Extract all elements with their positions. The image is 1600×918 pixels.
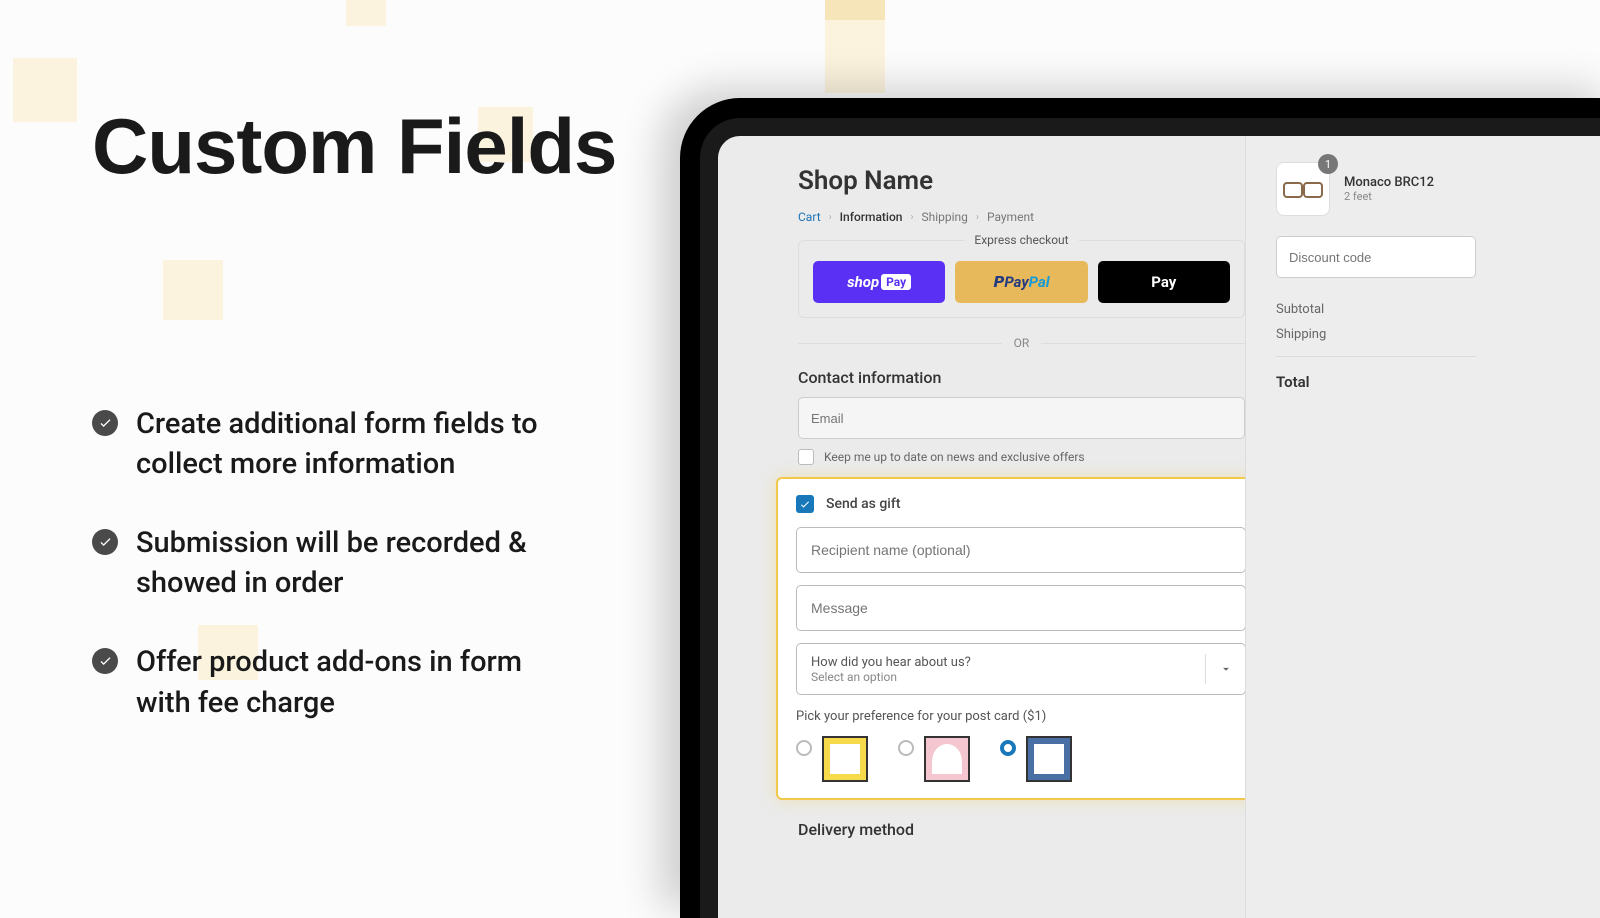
checkbox-icon[interactable] xyxy=(798,449,814,465)
checkout-main-column: Shop Name Cart › Information › Shipping … xyxy=(718,136,1245,918)
device-frame: Shop Name Cart › Information › Shipping … xyxy=(680,98,1600,918)
postcard-thumb-pink xyxy=(924,736,970,782)
send-as-gift-label: Send as gift xyxy=(826,496,900,512)
shop-name: Shop Name xyxy=(798,166,1245,196)
shipping-label: Shipping xyxy=(1276,327,1326,342)
or-label: OR xyxy=(1014,336,1030,350)
breadcrumb-payment: Payment xyxy=(987,210,1034,224)
checkbox-checked-icon[interactable] xyxy=(796,495,814,513)
radio-icon[interactable] xyxy=(796,740,812,756)
or-divider: OR xyxy=(798,336,1245,350)
newsletter-label: Keep me up to date on news and exclusive… xyxy=(824,450,1085,464)
subtotal-row: Subtotal xyxy=(1276,302,1476,317)
total-label: Total xyxy=(1276,373,1310,391)
feature-description-panel: Custom Fields Create additional form fie… xyxy=(0,0,640,761)
bullet-item: Create additional form fields to collect… xyxy=(92,404,640,485)
custom-fields-highlight: Send as gift How did you hear about us? … xyxy=(776,477,1266,800)
device-screen: Shop Name Cart › Information › Shipping … xyxy=(718,136,1600,918)
cart-item: 1 Monaco BRC12 2 feet xyxy=(1276,162,1600,216)
paypal-button[interactable]: 𝙋PayPal xyxy=(955,261,1087,303)
page-title: Custom Fields xyxy=(92,100,640,194)
quantity-badge: 1 xyxy=(1318,154,1338,174)
check-icon xyxy=(92,648,118,674)
select-placeholder: Select an option xyxy=(811,670,1191,684)
glasses-icon xyxy=(1283,182,1323,196)
breadcrumb-information: Information xyxy=(840,210,903,224)
postcard-option-2[interactable] xyxy=(898,736,970,782)
cart-item-variant: 2 feet xyxy=(1344,190,1434,203)
bullet-text: Submission will be recorded & showed in … xyxy=(136,523,566,604)
postcard-option-3[interactable] xyxy=(1000,736,1072,782)
paypal-icon: 𝙋 xyxy=(993,273,1004,291)
email-field[interactable] xyxy=(798,397,1245,439)
select-question: How did you hear about us? xyxy=(811,655,1191,670)
cart-item-name: Monaco BRC12 xyxy=(1344,175,1434,190)
chevron-right-icon: › xyxy=(910,212,913,223)
bullet-text: Offer product add-ons in form with fee c… xyxy=(136,642,566,723)
express-checkout-box: Express checkout shopPay 𝙋PayPal Pay xyxy=(798,240,1245,318)
bullet-text: Create additional form fields to collect… xyxy=(136,404,566,485)
check-icon xyxy=(92,410,118,436)
breadcrumb-cart[interactable]: Cart xyxy=(798,210,821,224)
shop-pay-logo-text: shop xyxy=(847,273,879,291)
send-as-gift-row[interactable]: Send as gift xyxy=(796,495,1246,513)
paypal-text-2: Pal xyxy=(1029,273,1050,291)
device-bezel: Shop Name Cart › Information › Shipping … xyxy=(700,118,1600,918)
delivery-heading: Delivery method xyxy=(798,820,1245,839)
decor-square xyxy=(825,0,885,20)
chevron-down-icon xyxy=(1205,654,1245,684)
chevron-right-icon: › xyxy=(829,212,832,223)
paypal-text-1: Pay xyxy=(1004,273,1028,291)
postcard-pref-label: Pick your preference for your post card … xyxy=(796,709,1246,724)
bullet-item: Offer product add-ons in form with fee c… xyxy=(92,642,640,723)
total-row: Total xyxy=(1276,356,1476,391)
postcard-options xyxy=(796,736,1246,782)
message-field[interactable] xyxy=(796,585,1246,631)
shipping-row: Shipping xyxy=(1276,327,1476,342)
apple-pay-text: Pay xyxy=(1151,273,1176,291)
recipient-name-field[interactable] xyxy=(796,527,1246,573)
checkout-sidebar: 1 Monaco BRC12 2 feet Subtotal Shipping … xyxy=(1245,136,1600,918)
cart-item-thumb: 1 xyxy=(1276,162,1330,216)
chevron-right-icon: › xyxy=(976,212,979,223)
breadcrumb-shipping: Shipping xyxy=(922,210,968,224)
breadcrumb: Cart › Information › Shipping › Payment xyxy=(798,210,1245,224)
contact-heading: Contact information xyxy=(798,368,1245,387)
shop-pay-suffix: Pay xyxy=(881,274,911,290)
check-icon xyxy=(92,529,118,555)
bullet-item: Submission will be recorded & showed in … xyxy=(92,523,640,604)
shop-pay-button[interactable]: shopPay xyxy=(813,261,945,303)
postcard-option-1[interactable] xyxy=(796,736,868,782)
newsletter-opt-row[interactable]: Keep me up to date on news and exclusive… xyxy=(798,449,1245,465)
hear-about-us-select[interactable]: How did you hear about us? Select an opt… xyxy=(796,643,1246,695)
radio-selected-icon[interactable] xyxy=(1000,740,1016,756)
subtotal-label: Subtotal xyxy=(1276,302,1324,317)
discount-code-field[interactable] xyxy=(1276,236,1476,278)
postcard-thumb-yellow xyxy=(822,736,868,782)
feature-bullets: Create additional form fields to collect… xyxy=(92,404,640,724)
postcard-thumb-blue xyxy=(1026,736,1072,782)
express-checkout-label: Express checkout xyxy=(964,233,1078,247)
apple-pay-button[interactable]: Pay xyxy=(1098,261,1230,303)
radio-icon[interactable] xyxy=(898,740,914,756)
